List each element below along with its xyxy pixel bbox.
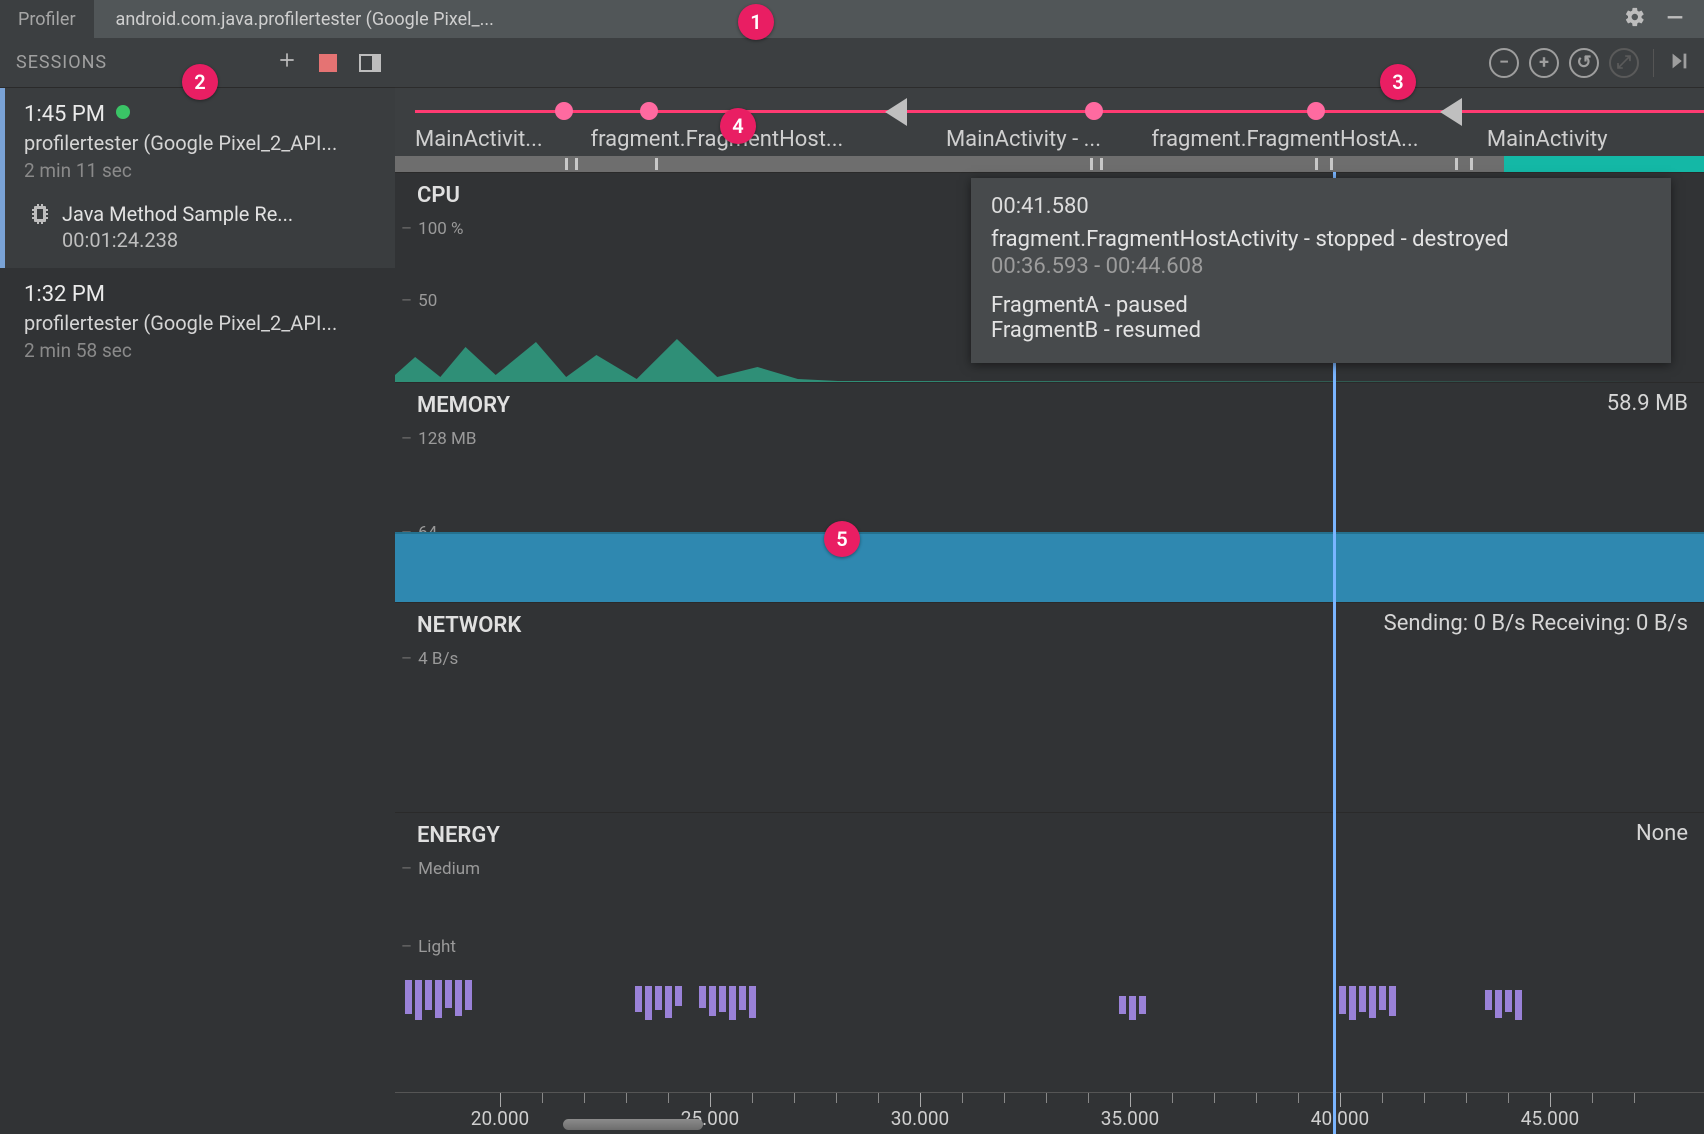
toolbar-separator — [1653, 49, 1654, 77]
sessions-panel: SESSIONS 1:45 PM profilertester (Google … — [0, 38, 395, 1134]
session-subtitle: profilertester (Google Pixel_2_API... — [24, 311, 377, 335]
event-tooltip: 00:41.580 fragment.FragmentHostActivity … — [971, 178, 1671, 363]
profiler-main: − + ↺ ⤢ MainActivit... fragment.Fragment… — [395, 38, 1704, 1134]
minimap[interactable] — [395, 156, 1704, 172]
reset-zoom-button[interactable]: ↺ — [1569, 48, 1599, 78]
energy-title: ENERGY — [395, 813, 1704, 848]
go-live-button[interactable] — [1668, 50, 1690, 76]
recording-label: Java Method Sample Re... — [62, 202, 293, 226]
memory-value: 58.9 MB — [1607, 391, 1688, 416]
zoom-out-button[interactable]: − — [1489, 48, 1519, 78]
title-bar: Profiler android.com.java.profilertester… — [0, 0, 1704, 38]
cpu-y-50: 50 — [401, 291, 437, 311]
tab-profiler[interactable]: Profiler — [0, 0, 94, 38]
activity-lifecycle-track[interactable]: MainActivit... fragment.FragmentHost... … — [395, 88, 1704, 156]
zoom-selection-button: ⤢ — [1609, 48, 1639, 78]
recording-time: 00:01:24.238 — [62, 228, 377, 252]
network-value: Sending: 0 B/s Receiving: 0 B/s — [1384, 611, 1688, 636]
session-duration: 2 min 11 sec — [24, 159, 377, 182]
energy-y-medium: Medium — [401, 859, 480, 879]
energy-panel[interactable]: ENERGY None Medium Light — [395, 812, 1704, 1062]
minimize-icon[interactable] — [1664, 6, 1686, 32]
network-y-4: 4 B/s — [401, 649, 458, 669]
network-panel[interactable]: NETWORK Sending: 0 B/s Receiving: 0 B/s … — [395, 602, 1704, 812]
energy-y-light: Light — [401, 937, 456, 957]
tooltip-fragment-b: FragmentB - resumed — [991, 318, 1651, 343]
activity-labels: MainActivit... fragment.FragmentHost... … — [415, 127, 1704, 152]
live-indicator-icon — [116, 105, 130, 119]
zoom-in-button[interactable]: + — [1529, 48, 1559, 78]
time-axis[interactable]: 20.000 25.000 30.000 35.000 40.000 45.00… — [395, 1092, 1704, 1134]
sessions-header: SESSIONS — [0, 38, 395, 88]
tooltip-timestamp: 00:41.580 — [991, 194, 1651, 219]
session-item[interactable]: 1:32 PM profilertester (Google Pixel_2_A… — [0, 268, 395, 378]
tab-app[interactable]: android.com.java.profilertester (Google … — [94, 0, 516, 38]
memory-chart — [395, 534, 1704, 602]
cpu-y-100: 100 % — [401, 219, 464, 239]
energy-chart — [399, 975, 1704, 1020]
session-time: 1:45 PM — [24, 102, 105, 127]
session-time: 1:32 PM — [24, 282, 377, 307]
recording-item[interactable]: Java Method Sample Re... — [28, 202, 377, 226]
time-scrollbar-thumb[interactable] — [563, 1119, 703, 1130]
memory-panel[interactable]: MEMORY 58.9 MB 128 MB 64 — [395, 382, 1704, 602]
tooltip-fragment-a: FragmentA - paused — [991, 293, 1651, 318]
sessions-title: SESSIONS — [16, 52, 107, 73]
profiler-panels: CPU 100 % 50 00:41.580 fragment.Fragment… — [395, 172, 1704, 1134]
add-session-button[interactable] — [277, 50, 297, 75]
gear-icon[interactable] — [1624, 6, 1646, 32]
stop-session-button[interactable] — [319, 54, 337, 72]
energy-value: None — [1636, 821, 1688, 846]
session-item[interactable]: 1:45 PM profilertester (Google Pixel_2_A… — [0, 88, 395, 268]
session-duration: 2 min 58 sec — [24, 339, 377, 362]
tooltip-range: 00:36.593 - 00:44.608 — [991, 254, 1651, 279]
toggle-panel-button[interactable] — [359, 54, 381, 72]
session-subtitle: profilertester (Google Pixel_2_API... — [24, 131, 377, 155]
tooltip-activity: fragment.FragmentHostActivity - stopped … — [991, 227, 1651, 252]
cpu-chip-icon — [28, 202, 52, 226]
memory-y-128: 128 MB — [401, 429, 476, 449]
timeline-toolbar: − + ↺ ⤢ — [395, 38, 1704, 88]
memory-title: MEMORY — [395, 383, 1704, 418]
